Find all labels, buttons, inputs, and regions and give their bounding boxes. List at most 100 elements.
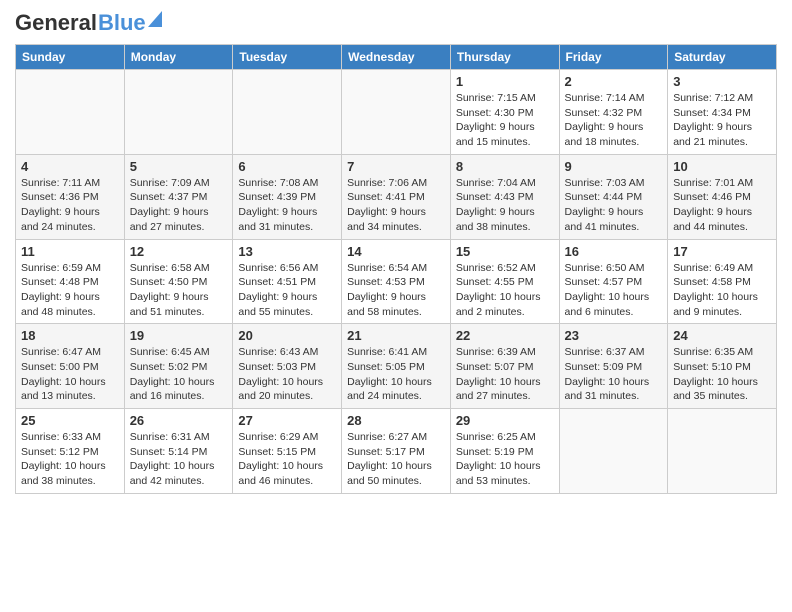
calendar-body: 1 Sunrise: 7:15 AMSunset: 4:30 PMDaylight… [16, 70, 777, 494]
day-info: Sunrise: 7:14 AMSunset: 4:32 PMDaylight:… [565, 91, 663, 150]
calendar-day-cell: 26 Sunrise: 6:31 AMSunset: 5:14 PMDayligh… [124, 409, 233, 494]
day-number: 7 [347, 159, 445, 174]
day-number: 9 [565, 159, 663, 174]
day-info: Sunrise: 6:37 AMSunset: 5:09 PMDaylight:… [565, 345, 663, 404]
calendar-day-cell: 2Sunrise: 7:14 AMSunset: 4:32 PMDaylight… [559, 70, 668, 155]
calendar-day-cell [233, 70, 342, 155]
day-info: Sunrise: 7:03 AMSunset: 4:44 PMDaylight:… [565, 176, 663, 235]
calendar-day-cell [559, 409, 668, 494]
calendar-day-cell: 19 Sunrise: 6:45 AMSunset: 5:02 PMDayligh… [124, 324, 233, 409]
header-wednesday: Wednesday [342, 45, 451, 70]
calendar-day-cell: 14 Sunrise: 6:54 AMSunset: 4:53 PMDayligh… [342, 239, 451, 324]
day-info: Sunrise: 6:47 AMSunset: 5:00 PMDaylight:… [21, 345, 119, 404]
header-friday: Friday [559, 45, 668, 70]
day-info: Sunrise: 7:06 AMSunset: 4:41 PMDaylight:… [347, 176, 445, 235]
day-number: 17 [673, 244, 771, 259]
day-number: 14 [347, 244, 445, 259]
day-info: Sunrise: 6:54 AMSunset: 4:53 PMDaylight:… [347, 261, 445, 320]
calendar-table: Sunday Monday Tuesday Wednesday Thursday… [15, 44, 777, 494]
day-info: Sunrise: 6:45 AMSunset: 5:02 PMDaylight:… [130, 345, 228, 404]
day-info: Sunrise: 7:09 AMSunset: 4:37 PMDaylight:… [130, 176, 228, 235]
day-info: Sunrise: 7:12 AMSunset: 4:34 PMDaylight:… [673, 91, 771, 150]
day-info: Sunrise: 6:29 AMSunset: 5:15 PMDaylight:… [238, 430, 336, 489]
calendar-day-cell: 17Sunrise: 6:49 AMSunset: 4:58 PMDayligh… [668, 239, 777, 324]
logo: General Blue [15, 10, 162, 36]
header-tuesday: Tuesday [233, 45, 342, 70]
day-number: 23 [565, 328, 663, 343]
day-info: Sunrise: 7:04 AMSunset: 4:43 PMDaylight:… [456, 176, 554, 235]
header-sunday: Sunday [16, 45, 125, 70]
calendar-day-cell: 5 Sunrise: 7:09 AMSunset: 4:37 PMDaylight… [124, 154, 233, 239]
calendar-week-row: 25 Sunrise: 6:33 AMSunset: 5:12 PMDayligh… [16, 409, 777, 494]
day-info: Sunrise: 6:41 AMSunset: 5:05 PMDaylight:… [347, 345, 445, 404]
day-number: 26 [130, 413, 228, 428]
calendar-day-cell [16, 70, 125, 155]
calendar-week-row: 11 Sunrise: 6:59 AMSunset: 4:48 PMDayligh… [16, 239, 777, 324]
logo-blue-text: Blue [98, 10, 146, 36]
day-info: Sunrise: 6:33 AMSunset: 5:12 PMDaylight:… [21, 430, 119, 489]
header-row: Sunday Monday Tuesday Wednesday Thursday… [16, 45, 777, 70]
day-info: Sunrise: 6:25 AMSunset: 5:19 PMDaylight:… [456, 430, 554, 489]
day-info: Sunrise: 6:43 AMSunset: 5:03 PMDaylight:… [238, 345, 336, 404]
day-info: Sunrise: 6:31 AMSunset: 5:14 PMDaylight:… [130, 430, 228, 489]
day-number: 10 [673, 159, 771, 174]
day-number: 4 [21, 159, 119, 174]
calendar-day-cell: 7 Sunrise: 7:06 AMSunset: 4:41 PMDaylight… [342, 154, 451, 239]
header-thursday: Thursday [450, 45, 559, 70]
logo-arrow-icon [148, 11, 162, 27]
header: General Blue [15, 10, 777, 36]
calendar-day-cell [124, 70, 233, 155]
day-number: 8 [456, 159, 554, 174]
day-number: 18 [21, 328, 119, 343]
day-number: 15 [456, 244, 554, 259]
calendar-day-cell: 6Sunrise: 7:08 AMSunset: 4:39 PMDaylight… [233, 154, 342, 239]
calendar-week-row: 1 Sunrise: 7:15 AMSunset: 4:30 PMDaylight… [16, 70, 777, 155]
header-monday: Monday [124, 45, 233, 70]
calendar-day-cell: 3Sunrise: 7:12 AMSunset: 4:34 PMDaylight… [668, 70, 777, 155]
calendar-day-cell: 4 Sunrise: 7:11 AMSunset: 4:36 PMDaylight… [16, 154, 125, 239]
calendar-day-cell: 28Sunrise: 6:27 AMSunset: 5:17 PMDayligh… [342, 409, 451, 494]
day-number: 29 [456, 413, 554, 428]
day-info: Sunrise: 6:52 AMSunset: 4:55 PMDaylight:… [456, 261, 554, 320]
day-info: Sunrise: 7:15 AMSunset: 4:30 PMDaylight:… [456, 91, 554, 150]
day-number: 19 [130, 328, 228, 343]
calendar-day-cell: 9 Sunrise: 7:03 AMSunset: 4:44 PMDaylight… [559, 154, 668, 239]
day-info: Sunrise: 6:27 AMSunset: 5:17 PMDaylight:… [347, 430, 445, 489]
calendar-day-cell: 23 Sunrise: 6:37 AMSunset: 5:09 PMDayligh… [559, 324, 668, 409]
calendar-day-cell: 29 Sunrise: 6:25 AMSunset: 5:19 PMDayligh… [450, 409, 559, 494]
page-container: General Blue Sunday Monday Tuesday Wedne… [0, 0, 792, 504]
day-info: Sunrise: 6:50 AMSunset: 4:57 PMDaylight:… [565, 261, 663, 320]
day-info: Sunrise: 7:08 AMSunset: 4:39 PMDaylight:… [238, 176, 336, 235]
day-number: 24 [673, 328, 771, 343]
calendar-day-cell: 27 Sunrise: 6:29 AMSunset: 5:15 PMDayligh… [233, 409, 342, 494]
day-number: 22 [456, 328, 554, 343]
day-info: Sunrise: 7:11 AMSunset: 4:36 PMDaylight:… [21, 176, 119, 235]
header-saturday: Saturday [668, 45, 777, 70]
day-info: Sunrise: 6:56 AMSunset: 4:51 PMDaylight:… [238, 261, 336, 320]
day-number: 5 [130, 159, 228, 174]
day-info: Sunrise: 6:35 AMSunset: 5:10 PMDaylight:… [673, 345, 771, 404]
calendar-day-cell: 22 Sunrise: 6:39 AMSunset: 5:07 PMDayligh… [450, 324, 559, 409]
day-number: 11 [21, 244, 119, 259]
day-number: 25 [21, 413, 119, 428]
calendar-day-cell: 12Sunrise: 6:58 AMSunset: 4:50 PMDayligh… [124, 239, 233, 324]
day-number: 1 [456, 74, 554, 89]
calendar-week-row: 18 Sunrise: 6:47 AMSunset: 5:00 PMDayligh… [16, 324, 777, 409]
calendar-day-cell: 21 Sunrise: 6:41 AMSunset: 5:05 PMDayligh… [342, 324, 451, 409]
calendar-day-cell: 20Sunrise: 6:43 AMSunset: 5:03 PMDayligh… [233, 324, 342, 409]
day-number: 21 [347, 328, 445, 343]
day-number: 12 [130, 244, 228, 259]
day-number: 27 [238, 413, 336, 428]
calendar-day-cell: 13Sunrise: 6:56 AMSunset: 4:51 PMDayligh… [233, 239, 342, 324]
day-info: Sunrise: 6:59 AMSunset: 4:48 PMDaylight:… [21, 261, 119, 320]
calendar-day-cell: 1 Sunrise: 7:15 AMSunset: 4:30 PMDaylight… [450, 70, 559, 155]
calendar-day-cell: 8 Sunrise: 7:04 AMSunset: 4:43 PMDaylight… [450, 154, 559, 239]
calendar-day-cell: 10 Sunrise: 7:01 AMSunset: 4:46 PMDayligh… [668, 154, 777, 239]
day-info: Sunrise: 7:01 AMSunset: 4:46 PMDaylight:… [673, 176, 771, 235]
day-info: Sunrise: 6:39 AMSunset: 5:07 PMDaylight:… [456, 345, 554, 404]
calendar-day-cell: 25 Sunrise: 6:33 AMSunset: 5:12 PMDayligh… [16, 409, 125, 494]
calendar-day-cell [342, 70, 451, 155]
day-number: 16 [565, 244, 663, 259]
logo-general: General [15, 10, 97, 36]
calendar-day-cell: 18 Sunrise: 6:47 AMSunset: 5:00 PMDayligh… [16, 324, 125, 409]
